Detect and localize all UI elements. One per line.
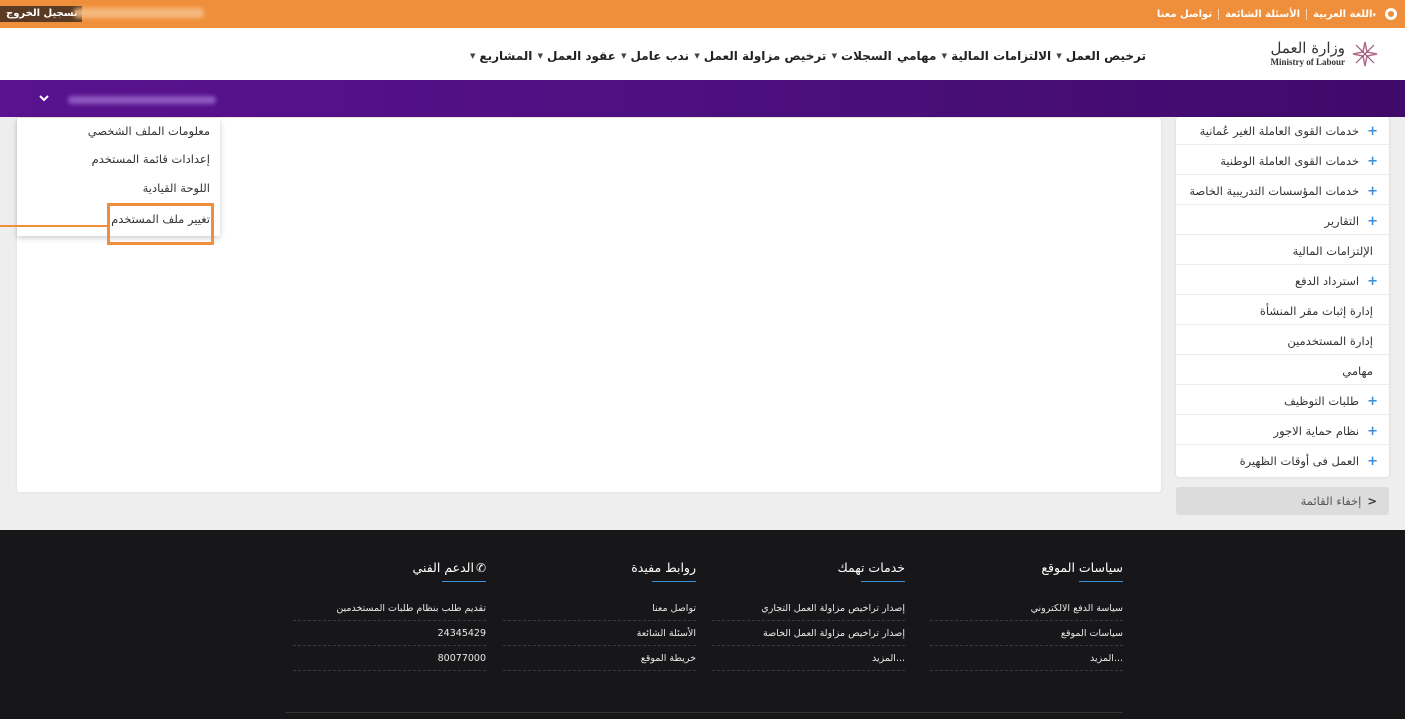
- footer-column-useful-links: روابط مفيدة تواصل معنا الأسئلة الشائعة خ…: [503, 560, 696, 671]
- chevron-down-icon: ▼: [1056, 52, 1062, 60]
- sidebar-item-training-institutions[interactable]: خدمات المؤسسات التدريبية الخاصة +: [1176, 177, 1389, 205]
- top-bar: تسجيل الخروج اللغة العربية▾ الأسئلة الشا…: [0, 0, 1405, 28]
- blurred-profile-name[interactable]: [68, 96, 216, 104]
- heading-underline: [861, 581, 905, 582]
- sidebar-item-employment-requests[interactable]: طلبات التوظيف +: [1176, 387, 1389, 415]
- nav-item-records[interactable]: السجلات ▼: [832, 49, 892, 63]
- faq-link[interactable]: الأسئلة الشائعة: [1225, 9, 1300, 20]
- heading-underline: [652, 581, 696, 582]
- nav-item-worker-secondment[interactable]: ندب عامل ▼: [621, 49, 689, 63]
- footer-link[interactable]: إصدار تراخيص مزاولة العمل الخاصة: [712, 622, 905, 646]
- sidebar-item-payment-refund[interactable]: استرداد الدفع +: [1176, 267, 1389, 295]
- top-links: اللغة العربية▾ الأسئلة الشائعة تواصل معن…: [1157, 6, 1397, 22]
- footer-heading: الدعم الفني ✆: [293, 560, 486, 576]
- sidebar-item-premises-proof[interactable]: إدارة إثبات مقر المنشأة: [1176, 297, 1389, 325]
- side-menu: خدمات القوى العاملة الغير عُمانية + خدمات…: [1176, 117, 1389, 477]
- annotation-pointer-line: [0, 225, 108, 227]
- footer-link[interactable]: خريطة الموقع: [503, 647, 696, 671]
- heading-underline: [442, 581, 486, 582]
- footer-heading: خدمات تهمك: [837, 560, 905, 575]
- footer-link[interactable]: المزيد...: [712, 647, 905, 671]
- divider: [1306, 8, 1308, 20]
- nav-item-financial-obligations[interactable]: الالتزامات المالية ▼: [942, 49, 1051, 63]
- footer-column-services: خدمات تهمك إصدار تراخيص مزاولة العمل الت…: [712, 560, 905, 671]
- plus-icon: +: [1367, 184, 1378, 199]
- chevron-down-icon: ▼: [694, 52, 700, 60]
- sidebar-item-national-workforce[interactable]: خدمات القوى العاملة الوطنية +: [1176, 147, 1389, 175]
- footer-link[interactable]: سياسات الموقع: [930, 622, 1123, 646]
- nav-item-projects[interactable]: المشاريع ▼: [470, 49, 532, 63]
- footer: سياسات الموقع سياسة الدفع الالكتروني سيا…: [0, 530, 1405, 719]
- dropdown-item-user-menu-settings[interactable]: إعدادات قائمة المستخدم: [17, 146, 220, 172]
- footer-link[interactable]: المزيد...: [930, 647, 1123, 671]
- nav-item-work-permit[interactable]: ترخيص العمل ▼: [1056, 49, 1146, 63]
- plus-icon: +: [1367, 424, 1378, 439]
- sidebar-item-reports[interactable]: التقارير +: [1176, 207, 1389, 235]
- phone-icon: ✆: [475, 561, 486, 575]
- sidebar-item-wage-protection[interactable]: نظام حماية الاجور +: [1176, 417, 1389, 445]
- chevron-down-icon: ▼: [470, 52, 476, 60]
- plus-icon: +: [1367, 394, 1378, 409]
- footer-phone[interactable]: 24345429: [293, 622, 486, 646]
- sidebar-item-my-tasks[interactable]: مهامي: [1176, 357, 1389, 385]
- ministry-logo[interactable]: وزارة العمل Ministry of Labour: [1225, 39, 1378, 70]
- plus-icon: +: [1367, 124, 1378, 139]
- sidebar-item-user-management[interactable]: إدارة المستخدمين: [1176, 327, 1389, 355]
- footer-column-support: الدعم الفني ✆ تقديم طلب بنظام طلبات المست…: [293, 560, 486, 671]
- footer-link[interactable]: تقديم طلب بنظام طلبات المستخدمين: [293, 597, 486, 621]
- footer-link[interactable]: تواصل معنا: [503, 597, 696, 621]
- nav-item-practice-license[interactable]: ترخيص مزاولة العمل ▼: [694, 49, 826, 63]
- logo-arabic-text: وزارة العمل: [1270, 39, 1345, 57]
- footer-link[interactable]: إصدار تراخيص مزاولة العمل التجاري: [712, 597, 905, 621]
- chevron-down-icon: ▾: [1372, 10, 1376, 19]
- chevron-down-icon: ▼: [941, 52, 948, 60]
- footer-heading: روابط مفيدة: [631, 560, 696, 575]
- support-heading-text: الدعم الفني: [412, 560, 474, 575]
- footer-link[interactable]: الأسئلة الشائعة: [503, 622, 696, 646]
- chevron-down-icon[interactable]: [38, 92, 50, 104]
- footer-column-site-policies: سياسات الموقع سياسة الدفع الالكتروني سيا…: [930, 560, 1123, 671]
- sidebar-item-midday-work[interactable]: العمل فى أوقات الظهيرة +: [1176, 447, 1389, 475]
- nav-item-work-contracts[interactable]: عقود العمل ▼: [538, 49, 616, 63]
- plus-icon: +: [1367, 214, 1378, 229]
- dropdown-item-profile-info[interactable]: معلومات الملف الشخصي: [17, 118, 220, 144]
- highlight-annotation-box: [107, 203, 214, 245]
- language-link[interactable]: اللغة العربية▾: [1313, 9, 1379, 20]
- chevron-down-icon: ▼: [621, 52, 627, 60]
- chevron-down-icon: ▼: [537, 52, 544, 60]
- heading-underline: [1079, 581, 1123, 582]
- footer-phone[interactable]: 80077000: [293, 647, 486, 671]
- contact-link[interactable]: تواصل معنا: [1157, 9, 1212, 20]
- plus-icon: +: [1367, 154, 1378, 169]
- sidebar-item-non-omani-workforce[interactable]: خدمات القوى العاملة الغير عُمانية +: [1176, 117, 1389, 145]
- ministry-emblem-icon: [1352, 41, 1378, 67]
- footer-heading: سياسات الموقع: [1041, 560, 1123, 575]
- chevron-down-icon: ▼: [831, 52, 838, 60]
- logout-button[interactable]: تسجيل الخروج: [0, 6, 82, 22]
- footer-link[interactable]: سياسة الدفع الالكتروني: [930, 597, 1123, 621]
- header: وزارة العمل Ministry of Labour ترخيص الع…: [0, 28, 1405, 80]
- divider: [1218, 8, 1220, 20]
- logo-english-text: Ministry of Labour: [1270, 57, 1345, 67]
- sidebar-item-financial-obligations[interactable]: الإلتزامات المالية: [1176, 237, 1389, 265]
- plus-icon: +: [1367, 274, 1378, 289]
- hide-menu-button[interactable]: إخفاء القائمة >: [1176, 487, 1389, 515]
- nav-item-my-tasks[interactable]: مهامي: [897, 49, 936, 63]
- hide-menu-label: إخفاء القائمة: [1300, 494, 1362, 508]
- main-nav: ترخيص العمل ▼ الالتزامات المالية ▼ مهامي ا…: [470, 46, 1146, 66]
- dropdown-item-dashboard[interactable]: اللوحة القيادية: [17, 175, 220, 201]
- plus-icon: +: [1367, 454, 1378, 469]
- globe-icon: [1385, 8, 1397, 20]
- footer-divider: [285, 712, 1123, 713]
- blurred-username: [74, 8, 204, 18]
- chevron-right-icon: >: [1367, 494, 1377, 508]
